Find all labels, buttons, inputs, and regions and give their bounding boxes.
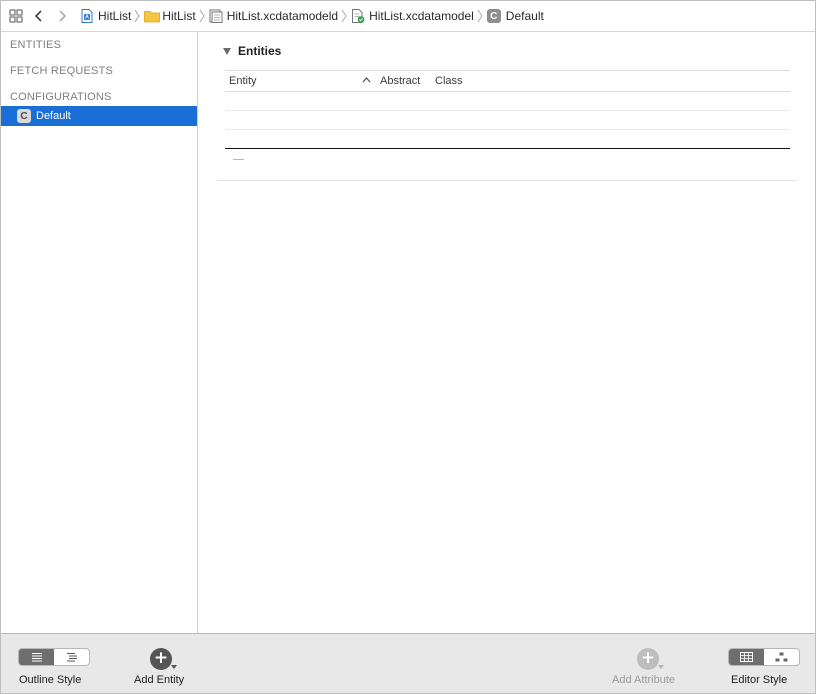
breadcrumb: HitList HitList HitList.xcdatamodeld Hit… [80, 6, 544, 26]
sidebar-header-configurations[interactable]: CONFIGURATIONS [10, 91, 112, 103]
table-footer [225, 149, 790, 175]
table-header: Entity Abstract Class [225, 70, 790, 92]
outline-style-label: Outline Style [19, 674, 82, 686]
forward-chevron-icon[interactable] [53, 7, 71, 25]
datamodel-file-icon [351, 9, 365, 23]
add-attribute-label[interactable]: Add Attribute [612, 674, 675, 686]
column-header-class[interactable]: Class [435, 75, 463, 87]
sidebar-header-fetch-requests[interactable]: FETCH REQUESTS [10, 65, 113, 77]
model-outline-sidebar: ENTITIES FETCH REQUESTS CONFIGURATIONS C… [1, 32, 198, 633]
related-items-grid-icon[interactable] [7, 7, 25, 25]
remove-minus-icon[interactable] [233, 159, 244, 160]
sidebar-item-default-configuration[interactable]: C Default [1, 106, 197, 126]
table-row[interactable] [225, 130, 790, 149]
editor-style-table-icon[interactable] [729, 649, 764, 665]
add-entity-label[interactable]: Add Entity [134, 674, 184, 686]
project-file-icon [80, 9, 94, 23]
folder-icon [144, 9, 161, 23]
configuration-icon: C [17, 109, 31, 123]
add-entity-plus-icon[interactable]: + [150, 648, 172, 670]
breadcrumb-label: Default [505, 9, 544, 23]
section-title: Entities [238, 44, 282, 58]
datamodel-bundle-icon [209, 9, 223, 23]
breadcrumb-label: HitList [98, 9, 132, 23]
add-entity-dropdown-icon[interactable] [171, 665, 177, 669]
breadcrumb-label: HitList.xcdatamodel [369, 9, 474, 23]
breadcrumb-item-project[interactable]: HitList [80, 6, 131, 26]
breadcrumb-item-group[interactable]: HitList [144, 6, 196, 26]
add-attribute-dropdown-icon[interactable] [658, 665, 664, 669]
breadcrumb-separator-icon [134, 9, 140, 23]
section-divider [217, 180, 797, 181]
bottom-toolbar: Outline Style + Add Entity + Add Attribu… [1, 633, 815, 693]
entities-section-header[interactable]: Entities [223, 44, 281, 58]
window: HitList HitList HitList.xcdatamodeld Hit… [0, 0, 816, 694]
breadcrumb-item-datamodel[interactable]: HitList.xcdatamodel [351, 6, 474, 26]
outline-style-flat-list-icon[interactable] [19, 649, 54, 665]
breadcrumb-label: HitList.xcdatamodeld [226, 9, 339, 23]
sidebar-header-entities[interactable]: ENTITIES [10, 39, 61, 51]
disclosure-triangle-icon[interactable] [223, 47, 231, 55]
breadcrumb-item-configuration[interactable]: C Default [486, 6, 544, 26]
breadcrumb-separator-icon [199, 9, 205, 23]
outline-style-segmented-control[interactable] [18, 648, 90, 666]
configuration-editor: Entities Entity Abstract Class [199, 32, 815, 633]
add-attribute-plus-icon[interactable]: + [637, 648, 659, 670]
table-row[interactable] [225, 92, 790, 111]
breadcrumb-label: HitList [162, 9, 196, 23]
jump-bar: HitList HitList HitList.xcdatamodeld Hit… [1, 1, 815, 32]
configuration-icon: C [486, 9, 501, 23]
breadcrumb-item-datamodeld[interactable]: HitList.xcdatamodeld [209, 6, 338, 26]
back-chevron-icon[interactable] [30, 7, 48, 25]
editor-style-label: Editor Style [731, 674, 788, 686]
outline-style-hierarchical-icon[interactable] [54, 649, 89, 665]
editor-style-segmented-control[interactable] [728, 648, 800, 666]
editor-style-graph-icon[interactable] [764, 649, 799, 665]
breadcrumb-separator-icon [477, 9, 483, 23]
entities-table: Entity Abstract Class [225, 70, 790, 175]
breadcrumb-separator-icon [341, 9, 347, 23]
column-header-entity[interactable]: Entity [229, 75, 257, 87]
sort-ascending-icon [362, 75, 371, 88]
table-row[interactable] [225, 111, 790, 130]
sidebar-item-label: Default [36, 110, 71, 122]
column-header-abstract[interactable]: Abstract [380, 75, 420, 87]
